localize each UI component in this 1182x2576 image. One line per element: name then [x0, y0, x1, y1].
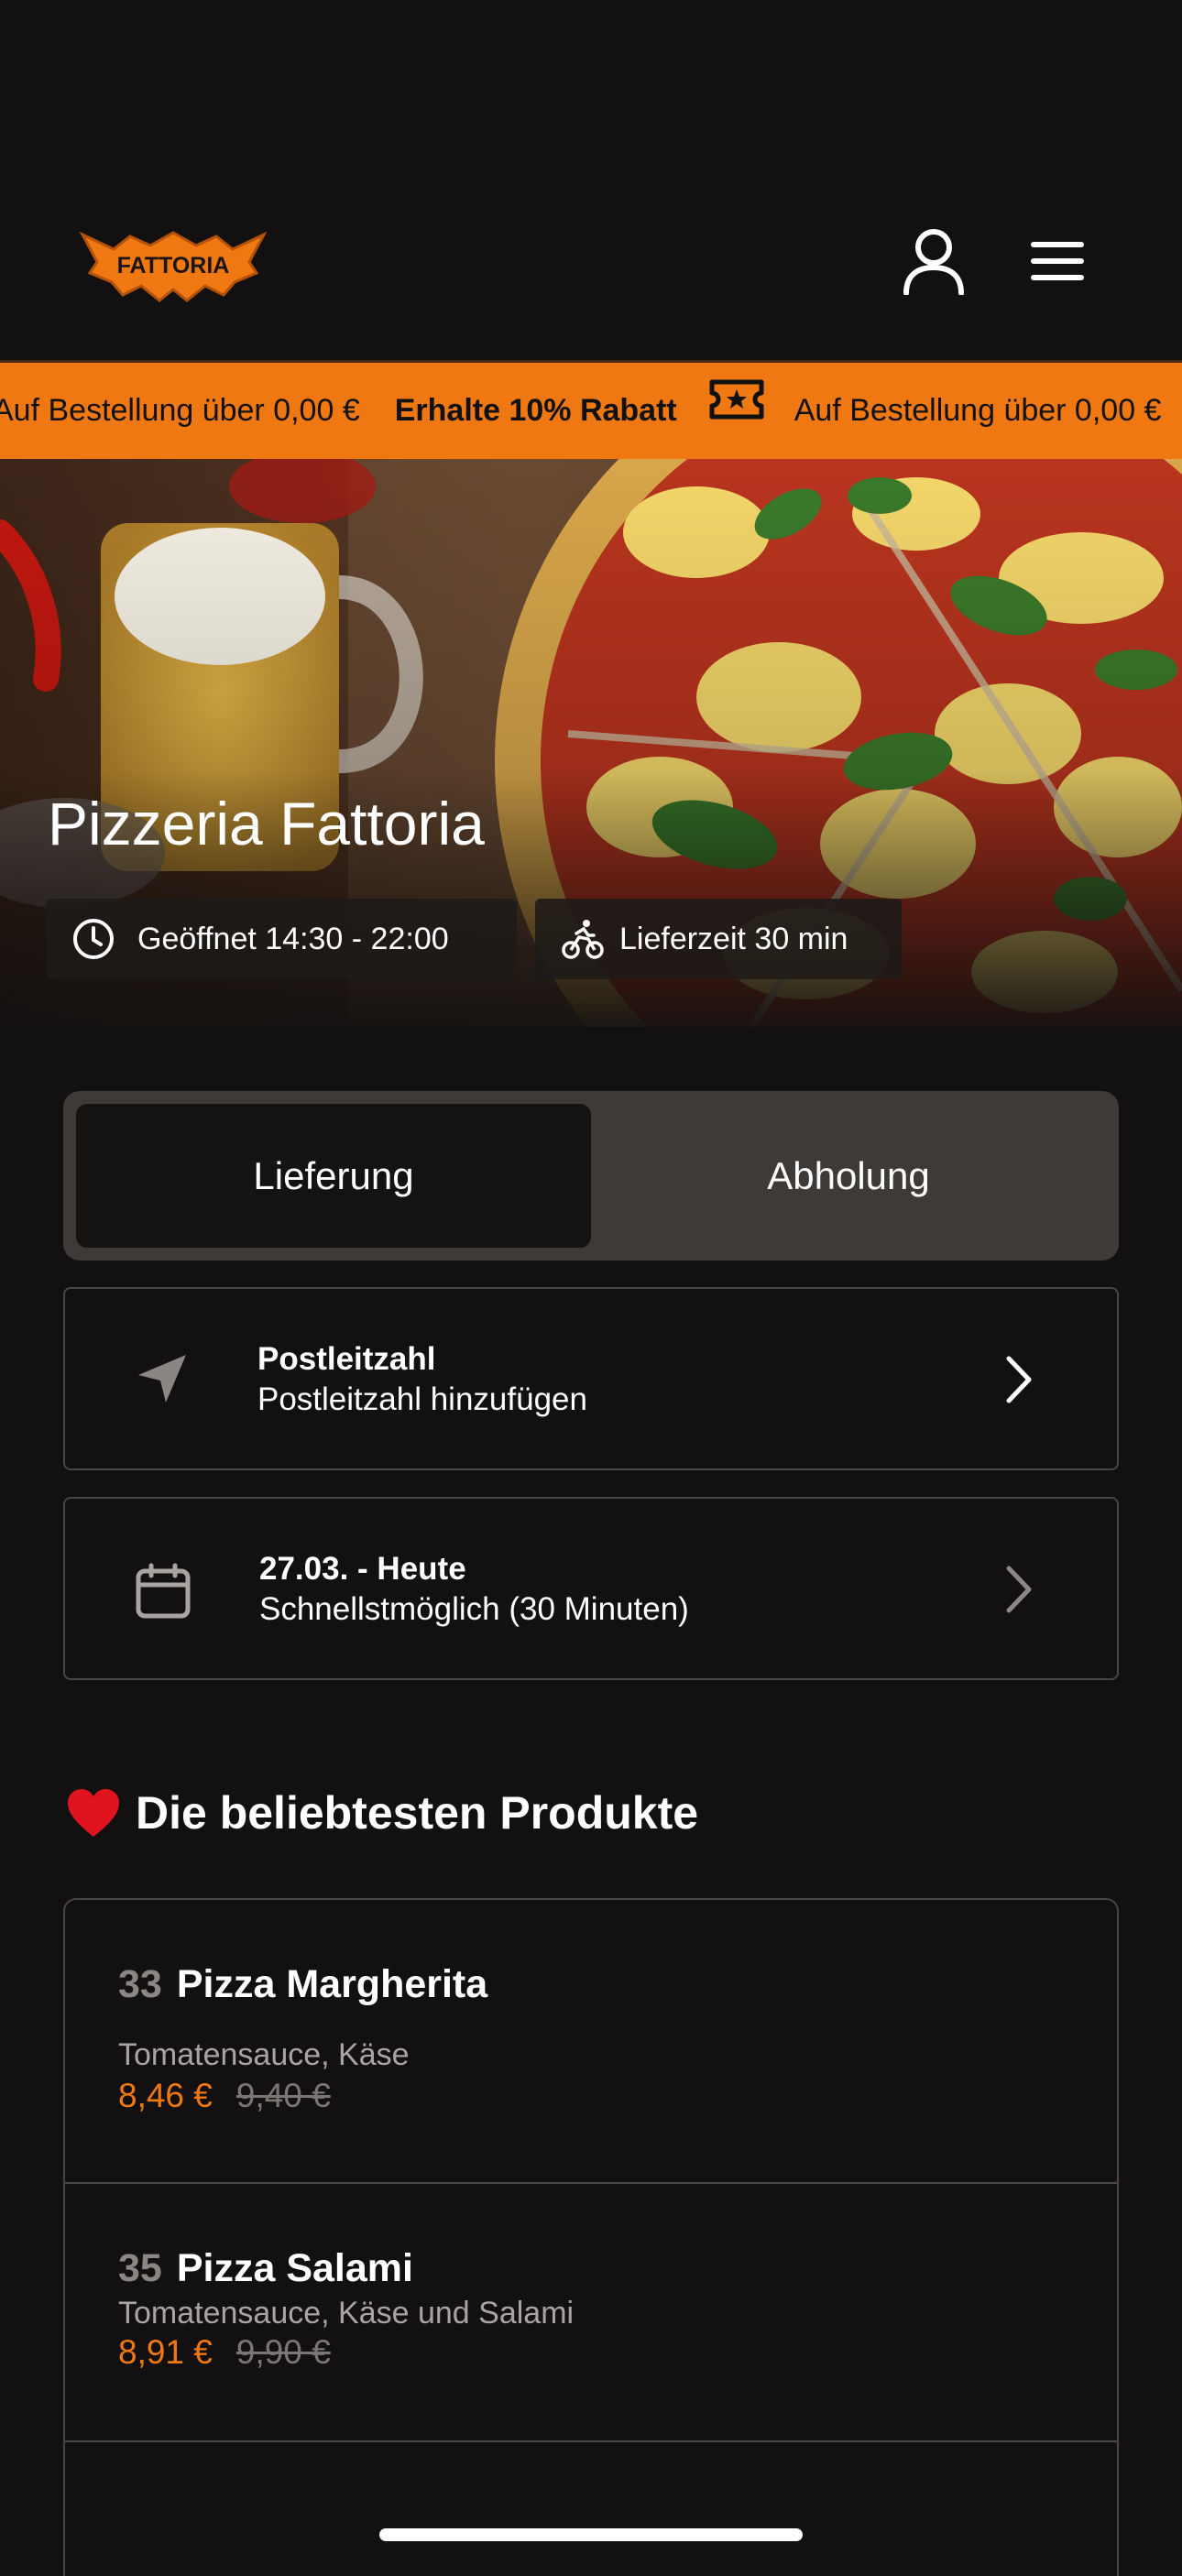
location-arrow-icon [135, 1351, 190, 1411]
promo-banner[interactable]: Auf Bestellung über 0,00 € Erhalte 10% R… [0, 360, 1182, 459]
product-divider [65, 2440, 1117, 2442]
hero-banner: Pizzeria Fattoria Geöffnet 14:30 - 22:00… [0, 459, 1182, 1027]
product-list: 33 Pizza Margherita Tomatensauce, Käse 8,… [63, 1898, 1119, 2576]
product-name: Pizza Margherita [176, 1962, 488, 2006]
product-number: 35 [118, 2246, 162, 2290]
home-indicator[interactable] [379, 2528, 803, 2541]
product-price-old: 9,90 € [235, 2333, 331, 2371]
popular-heading-text: Die beliebtesten Produkte [136, 1787, 699, 1839]
opening-hours-badge: Geöffnet 14:30 - 22:00 [46, 899, 517, 979]
calendar-icon [135, 1563, 192, 1624]
product-price: 8,91 € 9,90 € [118, 2333, 331, 2372]
opening-hours-text: Geöffnet 14:30 - 22:00 [137, 921, 449, 956]
logo-wordmark: FATTORIA [117, 253, 230, 278]
popular-products-heading: Die beliebtesten Produkte [66, 1786, 698, 1839]
tab-lieferung[interactable]: Lieferung [76, 1091, 591, 1261]
ticket-icon [708, 363, 765, 459]
delivery-time-selector[interactable]: 27.03. - Heute Schnellstmöglich (30 Minu… [63, 1497, 1119, 1680]
product-price-current: 8,46 € [118, 2077, 213, 2114]
product-price: 8,46 € 9,40 € [118, 2077, 331, 2115]
clock-icon [71, 917, 115, 961]
product-price-current: 8,91 € [118, 2333, 213, 2371]
delivery-time-badge: Lieferzeit 30 min [535, 899, 902, 979]
promo-text-repeat: Auf Bestellung über 0,00 € [793, 393, 1162, 428]
postcode-title: Postleitzahl [257, 1341, 436, 1377]
user-icon[interactable] [902, 227, 966, 300]
postcode-selector[interactable]: Postleitzahl Postleitzahl hinzufügen [63, 1287, 1119, 1470]
product-item[interactable]: 33 Pizza Margherita Tomatensauce, Käse 8,… [65, 1900, 1117, 2182]
product-price-old: 9,40 € [235, 2077, 331, 2114]
product-description: Tomatensauce, Käse und Salami [118, 2296, 575, 2330]
delivery-time-text: Lieferzeit 30 min [619, 921, 848, 956]
product-name: Pizza Salami [176, 2246, 413, 2290]
postcode-subtitle: Postleitzahl hinzufügen [257, 1381, 587, 1417]
heart-icon [66, 1787, 121, 1839]
product-number: 33 [118, 1962, 162, 2006]
schedule-date: 27.03. - Heute [259, 1551, 466, 1587]
restaurant-name: Pizzeria Fattoria [48, 790, 485, 857]
tab-abholung[interactable]: Abholung [591, 1091, 1106, 1261]
schedule-subtitle: Schnellstmöglich (30 Minuten) [259, 1591, 689, 1627]
order-mode-toggle: Lieferung Abholung [63, 1091, 1119, 1261]
promo-text: Auf Bestellung über 0,00 € [0, 393, 360, 428]
product-item[interactable]: 35 Pizza Salami Tomatensauce, Käse und Sa… [65, 2184, 1117, 2440]
bicycle-icon [561, 917, 605, 961]
menu-icon[interactable] [1028, 241, 1087, 286]
fattoria-logo[interactable]: FATTORIA [77, 218, 269, 306]
chevron-right-icon [1003, 1565, 1034, 1619]
chevron-right-icon [1003, 1355, 1034, 1409]
app-header: FATTORIA [0, 0, 1182, 360]
promo-discount: Erhalte 10% Rabatt [394, 393, 677, 428]
product-description: Tomatensauce, Käse [118, 2037, 410, 2072]
